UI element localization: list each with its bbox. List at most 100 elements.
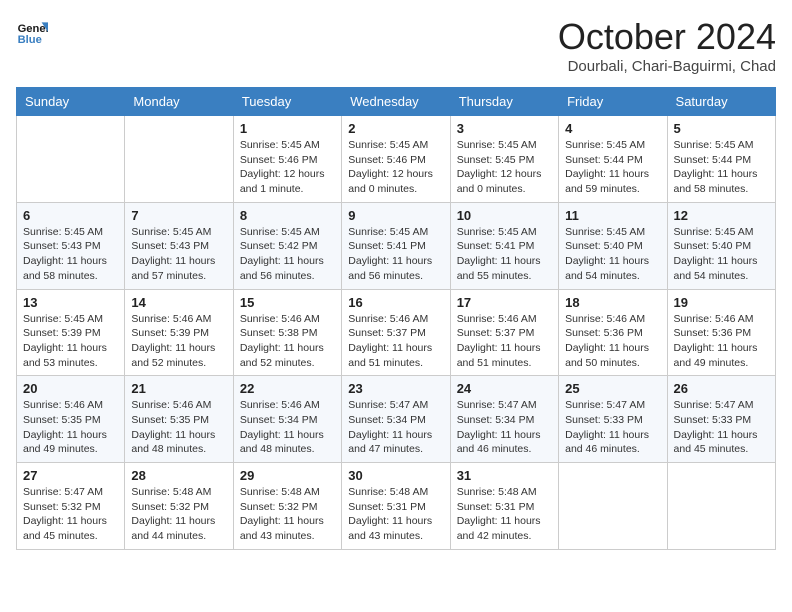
day-info: Sunrise: 5:46 AM Sunset: 5:37 PM Dayligh…	[348, 312, 443, 371]
day-info: Sunrise: 5:48 AM Sunset: 5:32 PM Dayligh…	[131, 485, 226, 544]
day-cell: 12Sunrise: 5:45 AM Sunset: 5:40 PM Dayli…	[667, 202, 775, 289]
day-number: 1	[240, 121, 335, 136]
day-cell: 4Sunrise: 5:45 AM Sunset: 5:44 PM Daylig…	[559, 116, 667, 203]
day-cell: 19Sunrise: 5:46 AM Sunset: 5:36 PM Dayli…	[667, 289, 775, 376]
day-cell: 28 Sunrise: 5:48 AM Sunset: 5:32 PM Dayli…	[125, 463, 233, 550]
day-cell: 1 Sunrise: 5:45 AM Sunset: 5:46 PM Daylig…	[233, 116, 341, 203]
day-info: Sunrise: 5:47 AM Sunset: 5:33 PM Dayligh…	[565, 398, 660, 457]
day-number: 15	[240, 295, 335, 310]
day-number: 27	[23, 468, 118, 483]
svg-text:Blue: Blue	[18, 34, 42, 46]
day-cell: 23 Sunrise: 5:47 AM Sunset: 5:34 PM Dayli…	[342, 376, 450, 463]
day-number: 28	[131, 468, 226, 483]
day-cell: 11 Sunrise: 5:45 AM Sunset: 5:40 PM Dayli…	[559, 202, 667, 289]
day-cell: 6Sunrise: 5:45 AM Sunset: 5:43 PM Daylig…	[17, 202, 125, 289]
week-row-2: 6Sunrise: 5:45 AM Sunset: 5:43 PM Daylig…	[17, 202, 776, 289]
day-info: Sunrise: 5:45 AM Sunset: 5:40 PM Dayligh…	[565, 225, 660, 284]
day-number: 13	[23, 295, 118, 310]
logo-icon: General Blue	[16, 16, 48, 48]
day-number: 16	[348, 295, 443, 310]
days-of-week-row: SundayMondayTuesdayWednesdayThursdayFrid…	[17, 88, 776, 116]
day-header-thursday: Thursday	[450, 88, 558, 116]
day-number: 29	[240, 468, 335, 483]
day-number: 14	[131, 295, 226, 310]
calendar-header: SundayMondayTuesdayWednesdayThursdayFrid…	[17, 88, 776, 116]
day-cell: 13 Sunrise: 5:45 AM Sunset: 5:39 PM Dayli…	[17, 289, 125, 376]
day-cell: 20 Sunrise: 5:46 AM Sunset: 5:35 PM Dayli…	[17, 376, 125, 463]
day-info: Sunrise: 5:48 AM Sunset: 5:31 PM Dayligh…	[348, 485, 443, 544]
day-number: 11	[565, 208, 660, 223]
day-info: Sunrise: 5:48 AM Sunset: 5:31 PM Dayligh…	[457, 485, 552, 544]
main-title: October 2024	[558, 16, 776, 58]
day-cell: 3 Sunrise: 5:45 AM Sunset: 5:45 PM Daylig…	[450, 116, 558, 203]
day-info: Sunrise: 5:48 AM Sunset: 5:32 PM Dayligh…	[240, 485, 335, 544]
day-info: Sunrise: 5:46 AM Sunset: 5:38 PM Dayligh…	[240, 312, 335, 371]
day-number: 9	[348, 208, 443, 223]
day-number: 10	[457, 208, 552, 223]
day-info: Sunrise: 5:45 AM Sunset: 5:39 PM Dayligh…	[23, 312, 118, 371]
day-number: 22	[240, 381, 335, 396]
day-header-saturday: Saturday	[667, 88, 775, 116]
day-number: 19	[674, 295, 769, 310]
week-row-4: 20 Sunrise: 5:46 AM Sunset: 5:35 PM Dayli…	[17, 376, 776, 463]
day-number: 30	[348, 468, 443, 483]
day-info: Sunrise: 5:46 AM Sunset: 5:35 PM Dayligh…	[23, 398, 118, 457]
day-cell: 7Sunrise: 5:45 AM Sunset: 5:43 PM Daylig…	[125, 202, 233, 289]
day-cell: 18 Sunrise: 5:46 AM Sunset: 5:36 PM Dayli…	[559, 289, 667, 376]
day-number: 18	[565, 295, 660, 310]
day-cell: 15 Sunrise: 5:46 AM Sunset: 5:38 PM Dayli…	[233, 289, 341, 376]
day-number: 3	[457, 121, 552, 136]
day-info: Sunrise: 5:45 AM Sunset: 5:45 PM Dayligh…	[457, 138, 552, 197]
day-info: Sunrise: 5:45 AM Sunset: 5:41 PM Dayligh…	[348, 225, 443, 284]
day-info: Sunrise: 5:47 AM Sunset: 5:33 PM Dayligh…	[674, 398, 769, 457]
day-number: 17	[457, 295, 552, 310]
day-number: 21	[131, 381, 226, 396]
day-header-monday: Monday	[125, 88, 233, 116]
day-cell: 31 Sunrise: 5:48 AM Sunset: 5:31 PM Dayli…	[450, 463, 558, 550]
day-number: 31	[457, 468, 552, 483]
day-cell: 26Sunrise: 5:47 AM Sunset: 5:33 PM Dayli…	[667, 376, 775, 463]
week-row-1: 1 Sunrise: 5:45 AM Sunset: 5:46 PM Daylig…	[17, 116, 776, 203]
page-header: General Blue October 2024 Dourbali, Char…	[16, 16, 776, 75]
day-cell: 21Sunrise: 5:46 AM Sunset: 5:35 PM Dayli…	[125, 376, 233, 463]
title-section: October 2024 Dourbali, Chari-Baguirmi, C…	[558, 16, 776, 75]
day-header-sunday: Sunday	[17, 88, 125, 116]
day-header-friday: Friday	[559, 88, 667, 116]
day-number: 24	[457, 381, 552, 396]
day-info: Sunrise: 5:45 AM Sunset: 5:43 PM Dayligh…	[23, 225, 118, 284]
day-info: Sunrise: 5:45 AM Sunset: 5:41 PM Dayligh…	[457, 225, 552, 284]
day-info: Sunrise: 5:47 AM Sunset: 5:32 PM Dayligh…	[23, 485, 118, 544]
day-cell: 30 Sunrise: 5:48 AM Sunset: 5:31 PM Dayli…	[342, 463, 450, 550]
day-number: 25	[565, 381, 660, 396]
day-cell: 22Sunrise: 5:46 AM Sunset: 5:34 PM Dayli…	[233, 376, 341, 463]
day-cell: 29 Sunrise: 5:48 AM Sunset: 5:32 PM Dayli…	[233, 463, 341, 550]
day-header-wednesday: Wednesday	[342, 88, 450, 116]
calendar-table: SundayMondayTuesdayWednesdayThursdayFrid…	[16, 87, 776, 550]
subtitle: Dourbali, Chari-Baguirmi, Chad	[558, 58, 776, 75]
day-header-tuesday: Tuesday	[233, 88, 341, 116]
day-cell: 14 Sunrise: 5:46 AM Sunset: 5:39 PM Dayli…	[125, 289, 233, 376]
logo: General Blue	[16, 16, 48, 48]
day-info: Sunrise: 5:46 AM Sunset: 5:39 PM Dayligh…	[131, 312, 226, 371]
day-number: 7	[131, 208, 226, 223]
day-number: 2	[348, 121, 443, 136]
week-row-5: 27 Sunrise: 5:47 AM Sunset: 5:32 PM Dayli…	[17, 463, 776, 550]
day-info: Sunrise: 5:45 AM Sunset: 5:46 PM Dayligh…	[240, 138, 335, 197]
day-info: Sunrise: 5:47 AM Sunset: 5:34 PM Dayligh…	[348, 398, 443, 457]
day-number: 20	[23, 381, 118, 396]
day-cell: 9 Sunrise: 5:45 AM Sunset: 5:41 PM Daylig…	[342, 202, 450, 289]
day-number: 8	[240, 208, 335, 223]
day-info: Sunrise: 5:47 AM Sunset: 5:34 PM Dayligh…	[457, 398, 552, 457]
calendar-body: 1 Sunrise: 5:45 AM Sunset: 5:46 PM Daylig…	[17, 116, 776, 550]
day-cell: 24 Sunrise: 5:47 AM Sunset: 5:34 PM Dayli…	[450, 376, 558, 463]
day-info: Sunrise: 5:45 AM Sunset: 5:42 PM Dayligh…	[240, 225, 335, 284]
day-number: 5	[674, 121, 769, 136]
day-cell	[17, 116, 125, 203]
day-cell: 8 Sunrise: 5:45 AM Sunset: 5:42 PM Daylig…	[233, 202, 341, 289]
day-info: Sunrise: 5:46 AM Sunset: 5:36 PM Dayligh…	[565, 312, 660, 371]
day-info: Sunrise: 5:46 AM Sunset: 5:37 PM Dayligh…	[457, 312, 552, 371]
day-cell: 16 Sunrise: 5:46 AM Sunset: 5:37 PM Dayli…	[342, 289, 450, 376]
day-info: Sunrise: 5:45 AM Sunset: 5:44 PM Dayligh…	[674, 138, 769, 197]
day-number: 23	[348, 381, 443, 396]
day-cell: 10 Sunrise: 5:45 AM Sunset: 5:41 PM Dayli…	[450, 202, 558, 289]
